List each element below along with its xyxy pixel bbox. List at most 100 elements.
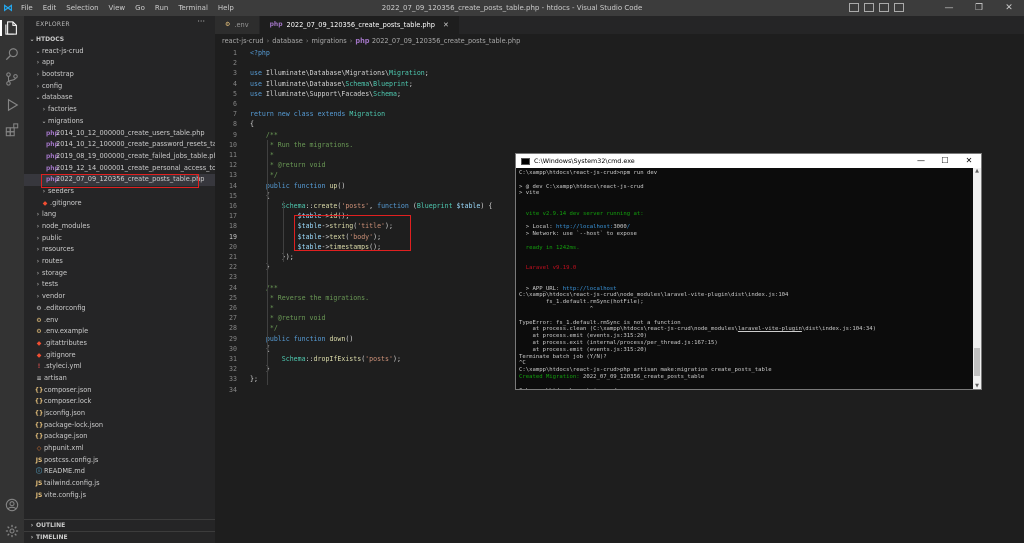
json-file-icon: {} [34, 410, 44, 417]
menu-item-view[interactable]: View [104, 0, 131, 16]
tree-folder[interactable]: › node_modules [24, 221, 215, 233]
tab-create-posts-table[interactable]: php 2022_07_09_120356_create_posts_table… [259, 16, 460, 34]
scroll-down-icon[interactable]: ▼ [973, 383, 981, 389]
tree-folder[interactable]: › routes [24, 256, 215, 268]
cmd-maximize-button[interactable]: ☐ [933, 154, 957, 168]
tree-file[interactable]: php2019_08_19_000000_create_failed_jobs_… [24, 151, 215, 163]
cmd-scrollbar[interactable]: ▲ ▼ [973, 168, 981, 389]
php-file-icon: php [355, 37, 372, 45]
tree-file[interactable]: {}package.json [24, 431, 215, 443]
tree-file[interactable]: JS vite.config.js [24, 490, 215, 502]
markdown-file-icon: ⓘ [35, 468, 42, 476]
tree-file[interactable]: ⓘ README.md [24, 466, 215, 478]
source-control-icon[interactable] [5, 72, 19, 86]
tree-folder[interactable]: › bootstrap [24, 69, 215, 81]
account-icon[interactable] [5, 498, 19, 512]
tree-folder[interactable]: › lang [24, 209, 215, 221]
tree-file[interactable]: ◆ .gitattributes [24, 338, 215, 350]
menu-item-help[interactable]: Help [213, 0, 239, 16]
line-number: 6 [233, 100, 237, 108]
tree-folder[interactable]: › config [24, 81, 215, 93]
indent-guide [267, 139, 268, 385]
tree-folder[interactable]: › tests [24, 279, 215, 291]
cmd-line: ^C [519, 360, 974, 367]
tree-file[interactable]: ⚙ .editorconfig [24, 303, 215, 315]
breadcrumb-item[interactable]: react-js-crud [222, 37, 264, 45]
scroll-up-icon[interactable]: ▲ [973, 168, 981, 174]
cmd-output[interactable]: C:\xampp\htdocs\react-js-crud>npm run de… [516, 168, 974, 389]
tree-folder-project[interactable]: ⌄react-js-crud [24, 46, 215, 58]
cmd-close-button[interactable]: ✕ [957, 154, 981, 168]
settings-gear-icon[interactable] [5, 524, 19, 538]
timeline-section[interactable]: › TIMELINE [24, 531, 215, 543]
search-icon[interactable] [5, 47, 19, 61]
tree-file[interactable]: {}package-lock.json [24, 420, 215, 432]
toggle-secondary-sidebar-icon[interactable] [879, 3, 889, 12]
customize-layout-icon[interactable] [894, 3, 904, 12]
menu-item-selection[interactable]: Selection [61, 0, 103, 16]
tree-folder[interactable]: ⌄database [24, 92, 215, 104]
tree-file[interactable]: ! .styleci.yml [24, 361, 215, 373]
tree-file[interactable]: ⚙ .env [24, 315, 215, 327]
tree-folder[interactable]: › public [24, 233, 215, 245]
menu-item-terminal[interactable]: Terminal [173, 0, 213, 16]
tree-file[interactable]: ◆ .gitignore [24, 350, 215, 362]
minimize-button[interactable]: — [934, 0, 964, 16]
tree-file[interactable]: ⚙ .env.example [24, 326, 215, 338]
tree-folder[interactable]: › app [24, 57, 215, 69]
menu-item-edit[interactable]: Edit [38, 0, 62, 16]
more-actions-icon[interactable]: ··· [197, 17, 205, 26]
chevron-down-icon: ⌄ [35, 47, 41, 55]
tree-file[interactable]: JS tailwind.config.js [24, 478, 215, 490]
tree-folder[interactable]: › vendor [24, 291, 215, 303]
chevron-right-icon: › [36, 258, 40, 266]
tree-item-label: composer.json [44, 385, 92, 394]
tree-file[interactable]: {}composer.lock [24, 396, 215, 408]
outline-section[interactable]: › OUTLINE [24, 519, 215, 531]
tree-item-label: .env [44, 315, 59, 324]
close-button[interactable]: ✕ [994, 0, 1024, 16]
tree-item-label: migrations [48, 116, 84, 125]
menu-item-run[interactable]: Run [150, 0, 173, 16]
menu-item-file[interactable]: File [16, 0, 38, 16]
tree-file[interactable]: php2014_10_12_000000_create_users_table.… [24, 128, 215, 140]
code-text: /** [250, 283, 278, 292]
cmd-line: > APP_URL: http://localhost [519, 286, 974, 293]
breadcrumb-item[interactable]: migrations [311, 37, 346, 45]
chevron-right-icon: › [36, 269, 40, 277]
toggle-sidebar-icon[interactable] [849, 3, 859, 12]
tree-item-label: app [42, 58, 55, 67]
tree-folder[interactable]: › resources [24, 244, 215, 256]
line-number: 23 [229, 273, 237, 282]
tree-file[interactable]: {}composer.json [24, 385, 215, 397]
tree-folder[interactable]: ⌄migrations [24, 116, 215, 128]
git-file-icon: ◆ [36, 351, 42, 359]
run-debug-icon[interactable] [5, 98, 19, 112]
tree-file[interactable]: php2019_12_14_000001_create_personal_acc… [24, 163, 215, 175]
tree-file[interactable]: ◇ phpunit.xml [24, 443, 215, 455]
cmd-window[interactable]: C:\Windows\System32\cmd.exe — ☐ ✕ C:\xam… [515, 153, 982, 390]
explorer-icon[interactable] [5, 21, 19, 35]
tree-file[interactable]: JS postcss.config.js [24, 455, 215, 467]
close-icon[interactable]: ✕ [443, 16, 449, 34]
tree-folder[interactable]: › storage [24, 268, 215, 280]
line-number: 5 [233, 89, 237, 98]
toggle-panel-icon[interactable] [864, 3, 874, 12]
extensions-icon[interactable] [5, 123, 19, 137]
restore-button[interactable]: ❐ [964, 0, 994, 16]
workspace-root[interactable]: ⌄HTDOCS [24, 34, 215, 46]
tree-file[interactable]: php2014_10_12_100000_create_password_res… [24, 139, 215, 151]
tree-folder[interactable]: › factories [24, 104, 215, 116]
tree-file[interactable]: ≡ artisan [24, 373, 215, 385]
tree-file[interactable]: {}jsconfig.json [24, 408, 215, 420]
breadcrumb-item[interactable]: 2022_07_09_120356_create_posts_table.php [372, 37, 520, 45]
cmd-minimize-button[interactable]: — [909, 154, 933, 168]
cmd-line: TypeError: fs_1.default.rmSync is not a … [519, 320, 974, 327]
menu-item-go[interactable]: Go [130, 0, 150, 16]
breadcrumb-item[interactable]: database [272, 37, 303, 45]
tree-file[interactable]: ◆ .gitignore [24, 198, 215, 210]
tab-env[interactable]: ⚙ .env [215, 16, 260, 34]
scroll-thumb[interactable] [974, 348, 980, 376]
php-file-icon: php [46, 141, 59, 149]
chevron-right-icon: › [36, 281, 40, 289]
